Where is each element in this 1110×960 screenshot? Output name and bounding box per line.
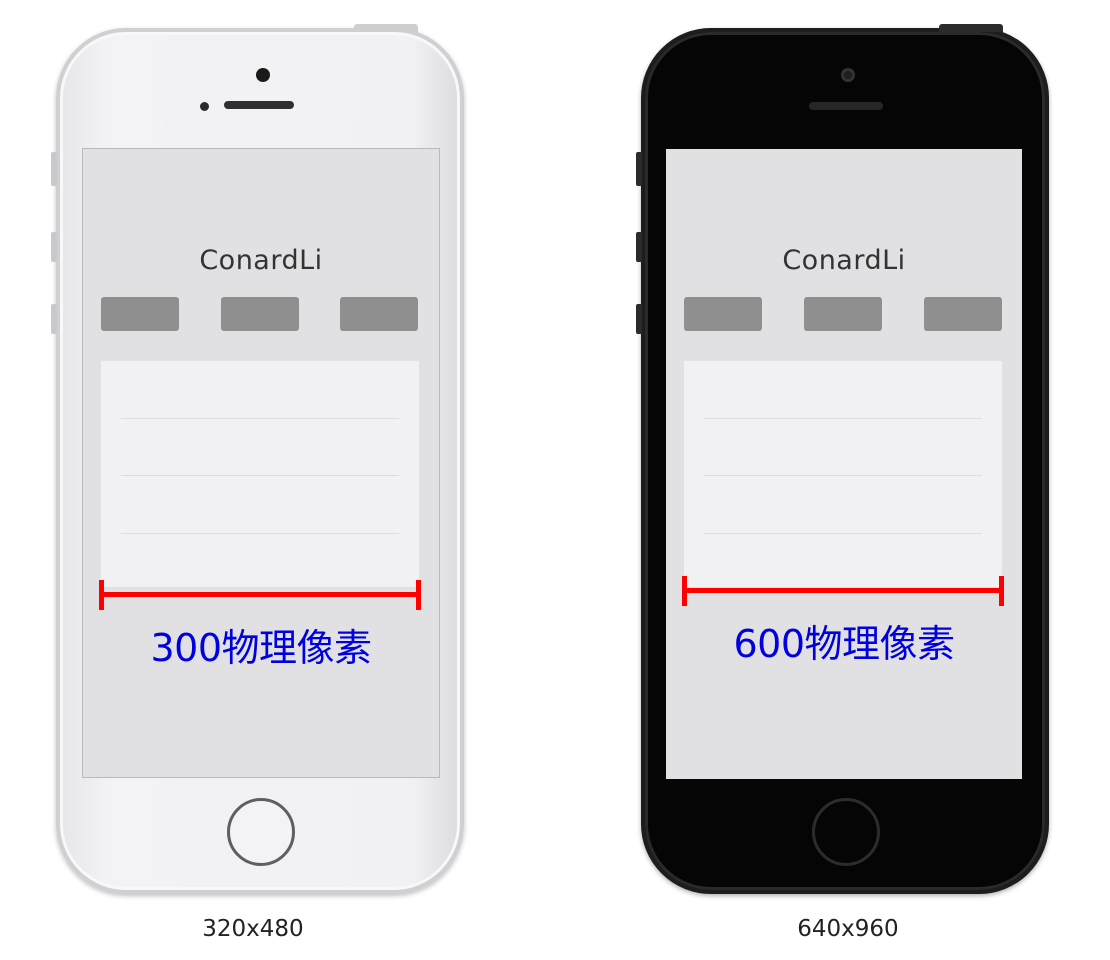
tab-placeholder (924, 297, 1002, 331)
phone-white: ConardLi 300物理像素 (51, 24, 464, 894)
measure-label: 300物理像素 (150, 626, 372, 670)
width-measure-bar (682, 576, 1004, 606)
tab-placeholder (101, 297, 179, 331)
mute-switch (51, 152, 57, 186)
power-button (354, 24, 418, 32)
list-divider (121, 475, 399, 476)
list-divider (121, 533, 399, 534)
phone-screen: ConardLi 300物理像素 (82, 148, 440, 778)
list-divider (704, 475, 982, 476)
front-camera (256, 68, 270, 82)
volume-down-button (636, 304, 642, 334)
content-card (101, 361, 419, 587)
resolution-caption: 320x480 (202, 916, 304, 942)
front-camera (841, 68, 855, 82)
volume-down-button (51, 304, 57, 334)
measure-cap-left (682, 576, 687, 606)
home-button (812, 798, 880, 866)
measure-cap-left (99, 580, 104, 610)
home-button (227, 798, 295, 866)
phone-black: ConardLi 600物理像素 (636, 24, 1049, 894)
tab-placeholder (684, 297, 762, 331)
content-card (684, 361, 1002, 587)
tab-placeholder (340, 297, 418, 331)
volume-up-button (51, 232, 57, 262)
earpiece-speaker (809, 102, 883, 110)
earpiece-speaker (224, 101, 294, 109)
measure-label: 600物理像素 (733, 622, 955, 666)
app-title: ConardLi (782, 245, 906, 276)
list-divider (704, 418, 982, 419)
list-divider (121, 418, 399, 419)
volume-up-button (636, 232, 642, 262)
list-divider (704, 533, 982, 534)
phone-screen: ConardLi 600物理像素 (666, 149, 1022, 779)
power-button (939, 24, 1003, 32)
width-measure-bar (99, 580, 421, 610)
tab-placeholder (221, 297, 299, 331)
measure-line (682, 588, 1004, 593)
proximity-sensor (200, 102, 209, 111)
measure-cap-right (416, 580, 421, 610)
mute-switch (636, 152, 642, 186)
resolution-caption: 640x960 (797, 916, 899, 942)
measure-cap-right (999, 576, 1004, 606)
app-title: ConardLi (199, 245, 323, 276)
measure-line (99, 592, 421, 597)
tab-placeholder (804, 297, 882, 331)
